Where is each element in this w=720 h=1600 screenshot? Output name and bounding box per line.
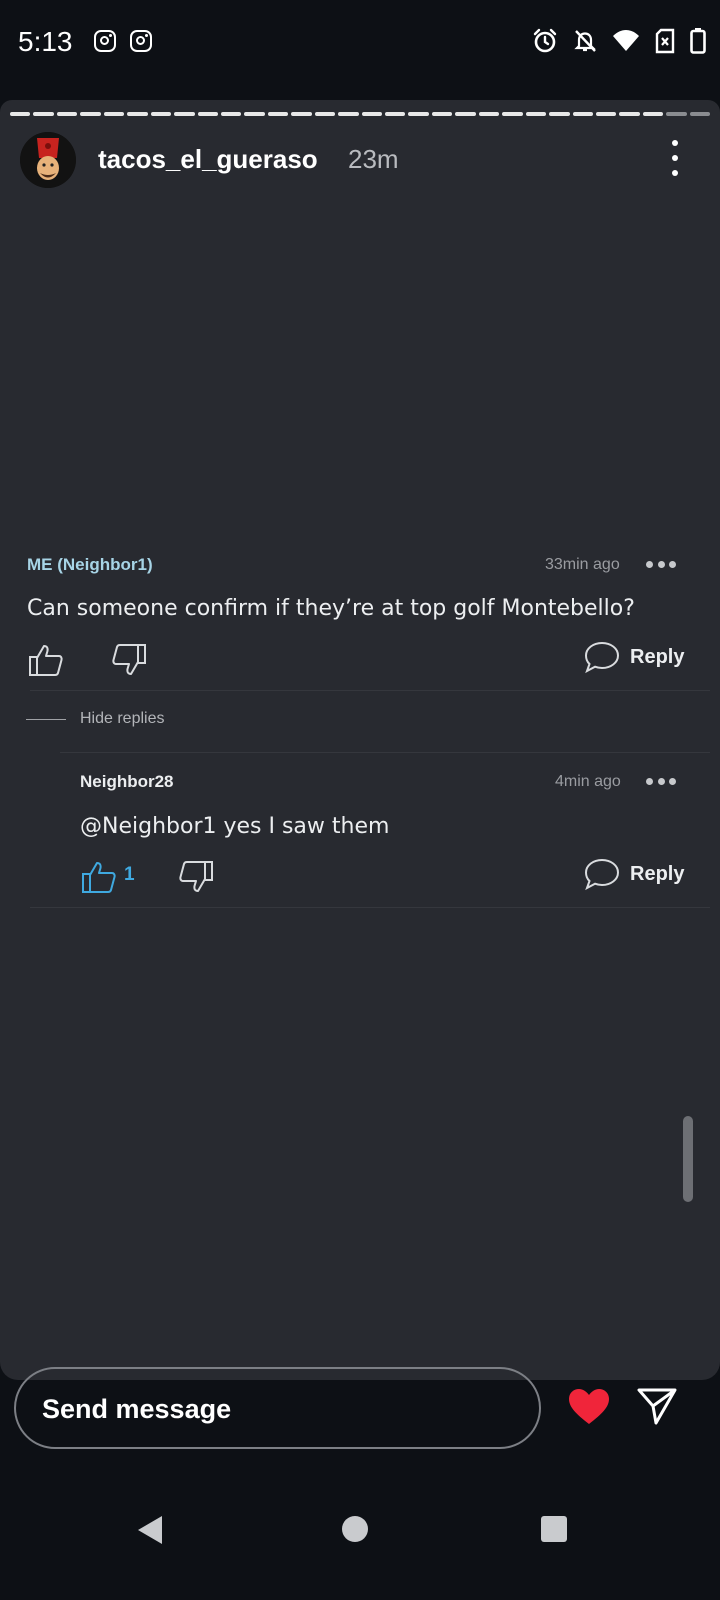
progress-segment (244, 112, 265, 116)
battery-icon (690, 28, 706, 54)
no-sim-icon (655, 28, 675, 54)
status-right-icons (532, 28, 706, 54)
send-message-placeholder: Send message (42, 1394, 232, 1424)
comment-text: Can someone confirm if they’re at top go… (27, 596, 635, 621)
hide-replies-line (26, 718, 66, 720)
progress-segment (174, 112, 195, 116)
progress-segment (267, 112, 289, 116)
divider (60, 752, 710, 753)
divider (30, 907, 710, 908)
scrollbar-thumb[interactable] (683, 1116, 693, 1202)
comment-text: @Neighbor1 yes I saw them (80, 814, 390, 839)
progress-segment (689, 112, 711, 116)
dislike-icon[interactable] (178, 860, 214, 894)
instagram-icon (130, 30, 152, 52)
progress-segment (150, 112, 172, 116)
progress-segment (197, 112, 218, 116)
progress-segment (103, 112, 125, 116)
kebab-menu-icon[interactable] (668, 140, 682, 176)
like-count: 1 (124, 864, 135, 885)
status-bar: 5:13 (0, 0, 720, 76)
reply-button[interactable]: Reply (584, 857, 684, 891)
send-icon[interactable] (636, 1386, 678, 1426)
progress-segment (619, 112, 640, 116)
progress-segment (572, 112, 593, 116)
notifications-off-icon (574, 30, 596, 52)
progress-segment (291, 112, 312, 116)
status-left-icons (94, 30, 152, 52)
progress-segment (666, 112, 687, 116)
back-icon[interactable] (138, 1516, 162, 1544)
progress-segment (478, 112, 500, 116)
comment-time: 4min ago (555, 773, 621, 790)
dislike-icon[interactable] (111, 643, 147, 677)
hide-replies-toggle[interactable]: Hide replies (26, 710, 164, 728)
chat-bubble-icon (584, 641, 620, 674)
story-header: tacos_el_gueraso 23m (20, 132, 710, 190)
avatar-image (20, 132, 76, 188)
progress-segment (525, 112, 547, 116)
comment-time: 33min ago (545, 556, 620, 573)
wifi-icon (613, 30, 639, 51)
comment-author[interactable]: ME (Neighbor1) (27, 555, 153, 575)
progress-segment (314, 112, 336, 116)
progress-segment (408, 112, 429, 116)
progress-segment (80, 112, 101, 116)
story-progress-bar (10, 112, 711, 116)
comment-more-icon[interactable] (646, 561, 676, 569)
reply-label: Reply (630, 645, 685, 668)
reply-label: Reply (630, 862, 685, 885)
comment-author[interactable]: Neighbor28 (80, 772, 174, 792)
progress-segment (549, 112, 570, 116)
reply-button[interactable]: Reply (584, 640, 684, 674)
send-message-input[interactable]: Send message (14, 1367, 541, 1449)
navigation-bar (0, 1480, 720, 1600)
recents-icon[interactable] (541, 1516, 567, 1542)
divider (30, 690, 710, 691)
status-time: 5:13 (18, 26, 73, 57)
progress-segment (385, 112, 406, 116)
progress-segment (127, 112, 148, 116)
progress-segment (10, 112, 31, 116)
instagram-icon (94, 30, 116, 52)
comment-more-icon[interactable] (646, 778, 676, 786)
story-time: 23m (348, 144, 399, 174)
like-icon[interactable] (28, 643, 64, 677)
progress-segment (455, 112, 476, 116)
story-username[interactable]: tacos_el_gueraso (98, 144, 318, 175)
progress-segment (56, 112, 78, 116)
progress-segment (595, 112, 617, 116)
progress-segment (338, 112, 359, 116)
alarm-icon (533, 28, 557, 53)
avatar[interactable] (20, 132, 76, 188)
chat-bubble-icon (584, 858, 620, 891)
progress-segment (502, 112, 523, 116)
progress-segment (33, 112, 54, 116)
heart-icon[interactable] (568, 1388, 610, 1426)
progress-segment (431, 112, 453, 116)
like-icon[interactable] (81, 860, 117, 894)
progress-segment (220, 112, 242, 116)
progress-segment (642, 112, 664, 116)
home-icon[interactable] (342, 1516, 368, 1542)
progress-segment (361, 112, 382, 116)
hide-replies-label: Hide replies (80, 710, 165, 727)
story-card: tacos_el_gueraso 23m ME (Neighbor1) 33mi… (0, 100, 720, 1380)
